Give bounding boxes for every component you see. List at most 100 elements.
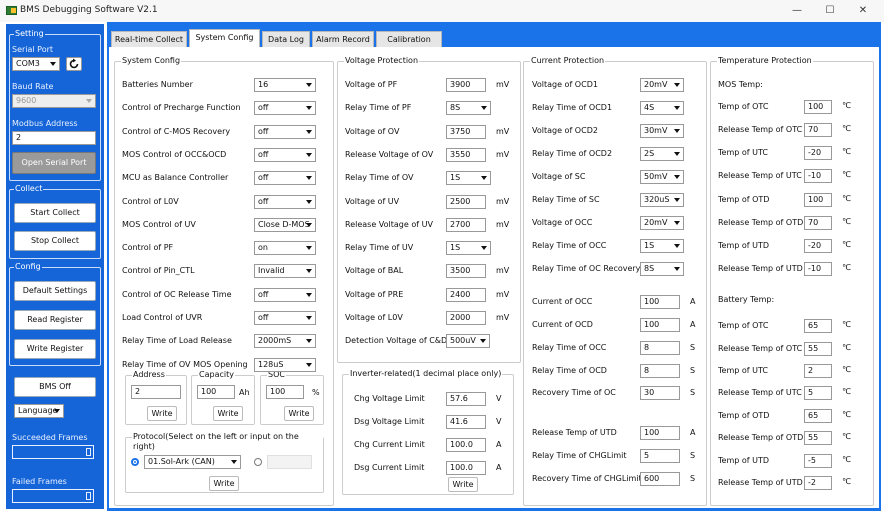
close-button[interactable]: ✕ (849, 2, 877, 19)
mos-temp-input[interactable]: 100 (804, 100, 832, 114)
current-protection-select[interactable]: 1S (640, 239, 684, 253)
battery-temp-input[interactable]: 65 (804, 319, 832, 333)
current-protection-select[interactable]: 8S (640, 262, 684, 276)
current-protection-select[interactable]: 20mV (640, 78, 684, 92)
read-register-button[interactable]: Read Register (14, 310, 96, 330)
current-protection-input[interactable]: 100 (640, 426, 680, 440)
system-config-select[interactable]: off (254, 147, 316, 162)
protocol-input[interactable] (267, 455, 312, 469)
current-protection-select-value: 4S (644, 103, 655, 112)
current-protection-select[interactable]: 50mV (640, 170, 684, 184)
voltage-protection-select[interactable]: 1S (446, 171, 491, 186)
system-config-select[interactable]: off (254, 171, 316, 186)
current-protection-select[interactable]: 320uS (640, 193, 684, 207)
battery-temp-label: Release Temp of OTD (718, 433, 804, 442)
baud-rate-select[interactable]: 9600 (12, 94, 96, 108)
write-register-button[interactable]: Write Register (14, 339, 96, 359)
inverter-input[interactable]: 41.6 (446, 415, 486, 429)
current-protection-input[interactable]: 100 (640, 318, 680, 332)
system-config-select[interactable]: Close D-MOS (254, 217, 316, 232)
current-protection-input[interactable]: 8 (640, 341, 680, 355)
current-protection-select[interactable]: 20mV (640, 216, 684, 230)
mos-temp-input[interactable]: 70 (804, 123, 832, 137)
voltage-protection-input[interactable]: 2000 (446, 311, 486, 325)
minimize-button[interactable]: — (783, 2, 811, 19)
current-protection-input[interactable]: 100 (640, 295, 680, 309)
voltage-protection-input[interactable]: 3900 (446, 78, 486, 92)
refresh-button[interactable] (66, 57, 82, 71)
inverter-unit: V (496, 417, 502, 426)
protocol-input-radio[interactable] (254, 458, 262, 466)
current-protection-input[interactable]: 600 (640, 472, 680, 486)
battery-temp-input[interactable]: 2 (804, 364, 832, 378)
battery-temp-input[interactable]: 55 (804, 431, 832, 445)
system-config-select[interactable]: off (254, 101, 316, 116)
voltage-protection-select[interactable]: 500uV (446, 334, 490, 349)
capacity-input[interactable]: 100 (197, 385, 235, 399)
voltage-protection-input[interactable]: 2700 (446, 217, 486, 232)
inverter-input[interactable]: 100.0 (446, 461, 486, 475)
inverter-input[interactable]: 57.6 (446, 392, 486, 406)
battery-temp-input[interactable]: -5 (804, 454, 832, 468)
capacity-write-button[interactable]: Write (213, 406, 243, 421)
voltage-protection-select[interactable]: 8S (446, 101, 491, 116)
mos-temp-input[interactable]: -10 (804, 262, 832, 276)
tab-alarm-record[interactable]: Alarm Record (312, 31, 374, 47)
battery-temp-input[interactable]: 5 (804, 386, 832, 400)
current-protection-select[interactable]: 30mV (640, 124, 684, 138)
voltage-protection-input[interactable]: 2500 (446, 194, 486, 209)
protocol-select[interactable]: 01.Sol-Ark (CAN) (144, 455, 241, 469)
mos-temp-input[interactable]: -20 (804, 146, 832, 160)
system-config-select[interactable]: Invalid (254, 264, 316, 279)
serial-port-select[interactable]: COM3 (12, 57, 60, 71)
protocol-value: 01.Sol-Ark (CAN) (148, 457, 215, 466)
system-config-select[interactable]: off (254, 194, 316, 209)
current-protection-select[interactable]: 2S (640, 147, 684, 161)
protocol-write-button[interactable]: Write (209, 476, 239, 491)
language-select[interactable]: Language (14, 404, 64, 418)
current-protection-select[interactable]: 4S (640, 101, 684, 115)
tab-data-log[interactable]: Data Log (262, 31, 310, 47)
voltage-protection-input[interactable]: 3550 (446, 147, 486, 162)
mos-temp-input[interactable]: 100 (804, 193, 832, 207)
battery-temp-input[interactable]: 55 (804, 342, 832, 356)
temp-unit: ℃ (842, 124, 851, 133)
current-protection-input[interactable]: 8 (640, 364, 680, 378)
current-protection-input[interactable]: 5 (640, 449, 680, 463)
system-config-select[interactable]: off (254, 287, 316, 302)
battery-temp-input[interactable]: 65 (804, 409, 832, 423)
open-serial-port-button[interactable]: Open Serial Port (12, 152, 96, 174)
inverter-write-button[interactable]: Write (448, 477, 478, 492)
system-config-select[interactable]: 16 (254, 78, 316, 92)
system-config-select[interactable]: off (254, 124, 316, 139)
voltage-protection-input[interactable]: 3750 (446, 124, 486, 139)
address-input[interactable]: 2 (131, 385, 181, 399)
soc-input[interactable]: 100 (266, 385, 304, 399)
system-config-select[interactable]: 128uS (254, 357, 316, 372)
voltage-protection-input[interactable]: 3500 (446, 264, 486, 279)
battery-temp-input[interactable]: -2 (804, 476, 832, 490)
system-config-select[interactable]: off (254, 311, 316, 325)
current-protection-input[interactable]: 30 (640, 386, 680, 400)
mos-temp-input[interactable]: -10 (804, 169, 832, 183)
default-settings-button[interactable]: Default Settings (14, 281, 96, 301)
maximize-button[interactable]: ☐ (816, 2, 844, 19)
voltage-protection-input[interactable]: 2400 (446, 287, 486, 302)
mos-temp-input[interactable]: -20 (804, 239, 832, 253)
mos-temp-input[interactable]: 70 (804, 216, 832, 230)
system-config-select[interactable]: 2000mS (254, 334, 316, 349)
start-collect-button[interactable]: Start Collect (14, 203, 96, 223)
voltage-protection-select[interactable]: 1S (446, 241, 491, 256)
current-protection-select-value: 50mV (644, 172, 668, 181)
modbus-address-input[interactable]: 2 (12, 131, 96, 145)
tab-calibration[interactable]: Calibration (376, 31, 442, 47)
protocol-select-radio[interactable] (131, 458, 139, 466)
soc-write-button[interactable]: Write (284, 406, 314, 421)
bms-off-button[interactable]: BMS Off (14, 377, 96, 397)
inverter-input[interactable]: 100.0 (446, 438, 486, 452)
tab-system-config[interactable]: System Config (189, 29, 260, 48)
address-write-button[interactable]: Write (147, 406, 177, 421)
stop-collect-button[interactable]: Stop Collect (14, 231, 96, 251)
system-config-select[interactable]: on (254, 241, 316, 256)
tab-real-time-collect[interactable]: Real-time Collect (111, 31, 187, 47)
